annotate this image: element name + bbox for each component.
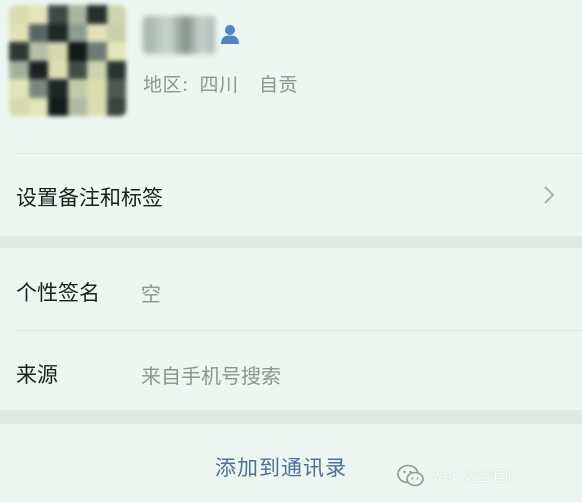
section-gap (0, 236, 582, 248)
signature-value: 空 (141, 282, 161, 306)
region-city: 自贡 (259, 74, 299, 96)
set-remark-tags-label: 设置备注和标签 (16, 186, 163, 210)
profile-header: 地区: 四川 自贡 (0, 0, 582, 153)
contact-profile-screen: 地区: 四川 自贡 设置备注和标签 个性签名 空 来源 来自手机号搜索 添加到通… (0, 0, 582, 502)
source-row: 来源 来自手机号搜索 (0, 331, 582, 410)
region-info: 地区: 四川 自贡 (143, 70, 298, 97)
person-icon (221, 25, 239, 44)
region-province: 四川 (199, 74, 239, 96)
signature-row: 个性签名 空 (0, 248, 582, 330)
source-label: 来源 (16, 363, 58, 387)
avatar[interactable] (9, 5, 126, 116)
source-value: 来自手机号搜索 (141, 364, 281, 388)
set-remark-tags-row[interactable]: 设置备注和标签 (0, 154, 582, 236)
watermark-text: web安全笔记 (432, 469, 517, 485)
watermark: web安全笔记 (396, 460, 517, 492)
chevron-right-icon (544, 186, 555, 204)
section-gap (0, 410, 582, 424)
signature-label: 个性签名 (16, 281, 100, 305)
contact-name (143, 16, 215, 54)
wechat-logo-icon (397, 464, 424, 487)
region-label: 地区: (143, 74, 189, 96)
